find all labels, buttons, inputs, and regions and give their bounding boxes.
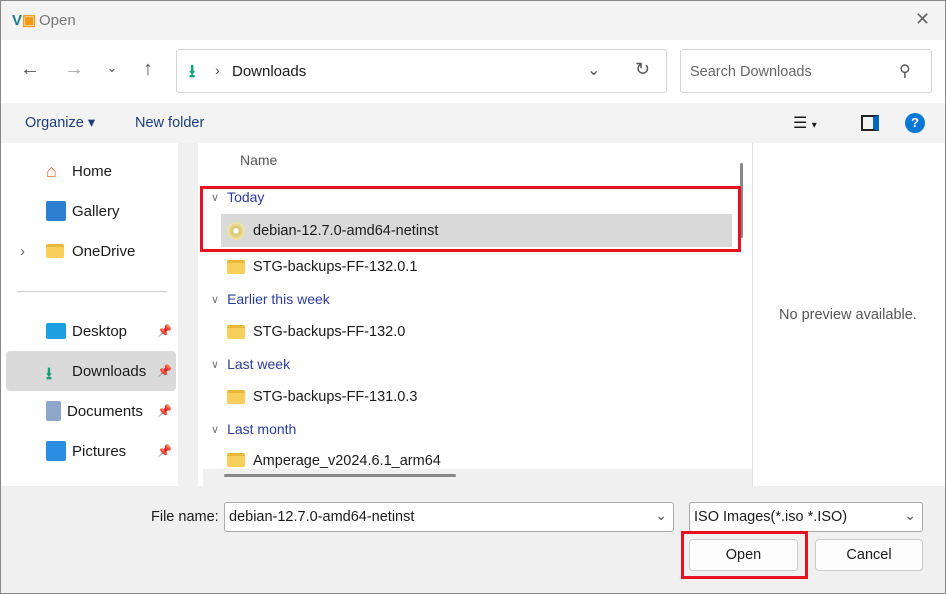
sidebar-item-label: Desktop [72, 322, 128, 340]
title-bar: V▣ Open ✕ [0, 0, 946, 40]
pictures-icon [46, 441, 66, 461]
sidebar-item-label: Gallery [72, 202, 120, 220]
window-title: Open [39, 12, 76, 29]
recent-dropdown-button[interactable]: ⌄ [97, 60, 127, 76]
file-type-select[interactable]: ISO Images(*.iso *.ISO) ⌄ [689, 502, 923, 532]
group-label: Earlier this week [227, 291, 330, 307]
downloads-icon: ⭳ [46, 364, 52, 383]
downloads-icon: ⭳ [189, 61, 196, 81]
sidebar-item-documents[interactable]: Documents 📌 [6, 391, 176, 431]
search-icon: ⚲ [899, 63, 911, 80]
command-bar: Organize ▾ New folder ☰ ▾ ? [0, 103, 946, 143]
sidebar-item-label: Pictures [72, 442, 127, 460]
sidebar-edge [178, 143, 198, 486]
highlight-box-today [200, 186, 741, 252]
file-type-value: ISO Images(*.iso *.ISO) [694, 509, 848, 525]
sidebar-item-gallery[interactable]: Gallery [6, 191, 176, 231]
folder-icon [227, 389, 245, 404]
file-name: STG-backups-FF-131.0.3 [253, 388, 418, 405]
view-options-icon[interactable]: ☰ ▾ [793, 113, 817, 133]
column-header-name[interactable]: Name [240, 152, 277, 168]
group-label: Last month [227, 421, 297, 437]
group-label: Last week [227, 356, 291, 372]
navigation-bar: ← → ⌄ ↑ ⭳ › Downloads ⌄ ↻ Search Downloa… [0, 40, 946, 103]
file-name-value: debian-12.7.0-amd64-netinst [229, 509, 415, 525]
sidebar-item-label: Downloads [72, 362, 147, 380]
refresh-icon[interactable]: ↻ [635, 59, 650, 80]
folder-icon [227, 259, 245, 274]
sidebar-item-label: Documents [67, 402, 143, 420]
group-header-earlier-this-week[interactable]: ∨ Earlier this week [211, 291, 330, 307]
expand-chevron-icon[interactable]: › [20, 243, 25, 260]
folder-icon [227, 453, 245, 467]
home-icon: ⌂ [46, 161, 57, 181]
file-type-dropdown-icon: ⌄ [904, 507, 916, 523]
pin-icon[interactable]: 📌 [157, 404, 172, 418]
address-bar[interactable]: ⭳ › Downloads ⌄ ↻ [176, 49, 667, 93]
file-name: STG-backups-FF-132.0 [253, 323, 406, 340]
pin-icon[interactable]: 📌 [157, 364, 172, 378]
help-icon[interactable]: ? [905, 113, 925, 133]
search-input[interactable]: Search Downloads [690, 64, 812, 80]
preview-divider [752, 143, 753, 486]
file-name: Amperage_v2024.6.1_arm64 [253, 453, 441, 469]
list-horizontal-scrollbar[interactable] [224, 474, 456, 477]
sidebar-item-label: OneDrive [72, 242, 136, 260]
gallery-icon [46, 201, 66, 221]
forward-button[interactable]: → [59, 58, 89, 81]
file-name-dropdown-icon[interactable]: ⌄ [655, 507, 667, 524]
sidebar-item-downloads[interactable]: ⭳ Downloads 📌 [6, 351, 176, 391]
new-folder-button[interactable]: New folder [135, 115, 204, 131]
list-hscroll-track [203, 469, 753, 486]
group-header-last-week[interactable]: ∨ Last week [211, 356, 290, 372]
group-header-last-month[interactable]: ∨ Last month [211, 421, 296, 437]
sidebar-item-onedrive[interactable]: › OneDrive [6, 231, 176, 271]
pin-icon[interactable]: 📌 [157, 444, 172, 458]
list-item[interactable]: STG-backups-FF-132.0.1 [221, 250, 732, 283]
list-item[interactable]: STG-backups-FF-131.0.3 [221, 380, 732, 413]
sidebar-item-label: Home [72, 162, 113, 180]
address-dropdown-icon[interactable]: ⌄ [587, 60, 600, 80]
close-icon[interactable]: ✕ [915, 9, 930, 30]
breadcrumb-separator-icon: › [215, 62, 220, 78]
list-item[interactable]: Amperage_v2024.6.1_arm64 [221, 445, 732, 469]
organize-button[interactable]: Organize ▾ [25, 115, 95, 131]
organize-label: Organize [25, 115, 84, 131]
search-box[interactable]: Search Downloads ⚲ [680, 49, 932, 93]
sidebar-item-pictures[interactable]: Pictures 📌 [6, 431, 176, 471]
file-name-label: File name: [151, 509, 219, 525]
folder-icon [227, 324, 245, 339]
back-button[interactable]: ← [15, 58, 45, 81]
folder-icon [46, 244, 64, 258]
up-button[interactable]: ↑ [133, 58, 163, 81]
list-item[interactable]: STG-backups-FF-132.0 [221, 315, 732, 348]
preview-pane-icon[interactable] [861, 115, 879, 131]
sidebar-item-home[interactable]: ⌂ Home [6, 151, 176, 191]
sidebar-item-desktop[interactable]: Desktop 📌 [6, 311, 176, 351]
sidebar-divider [17, 291, 167, 292]
desktop-icon [46, 323, 66, 339]
file-name: STG-backups-FF-132.0.1 [253, 258, 418, 275]
preview-text: No preview available. [779, 307, 917, 323]
highlight-box-open [681, 531, 808, 579]
pin-icon[interactable]: 📌 [157, 324, 172, 338]
app-logo-icon: V▣ [12, 12, 37, 29]
breadcrumb-downloads[interactable]: Downloads [232, 63, 306, 80]
documents-icon [46, 401, 61, 421]
file-name-input[interactable]: debian-12.7.0-amd64-netinst ⌄ [224, 502, 674, 532]
cancel-button[interactable]: Cancel [815, 539, 923, 571]
